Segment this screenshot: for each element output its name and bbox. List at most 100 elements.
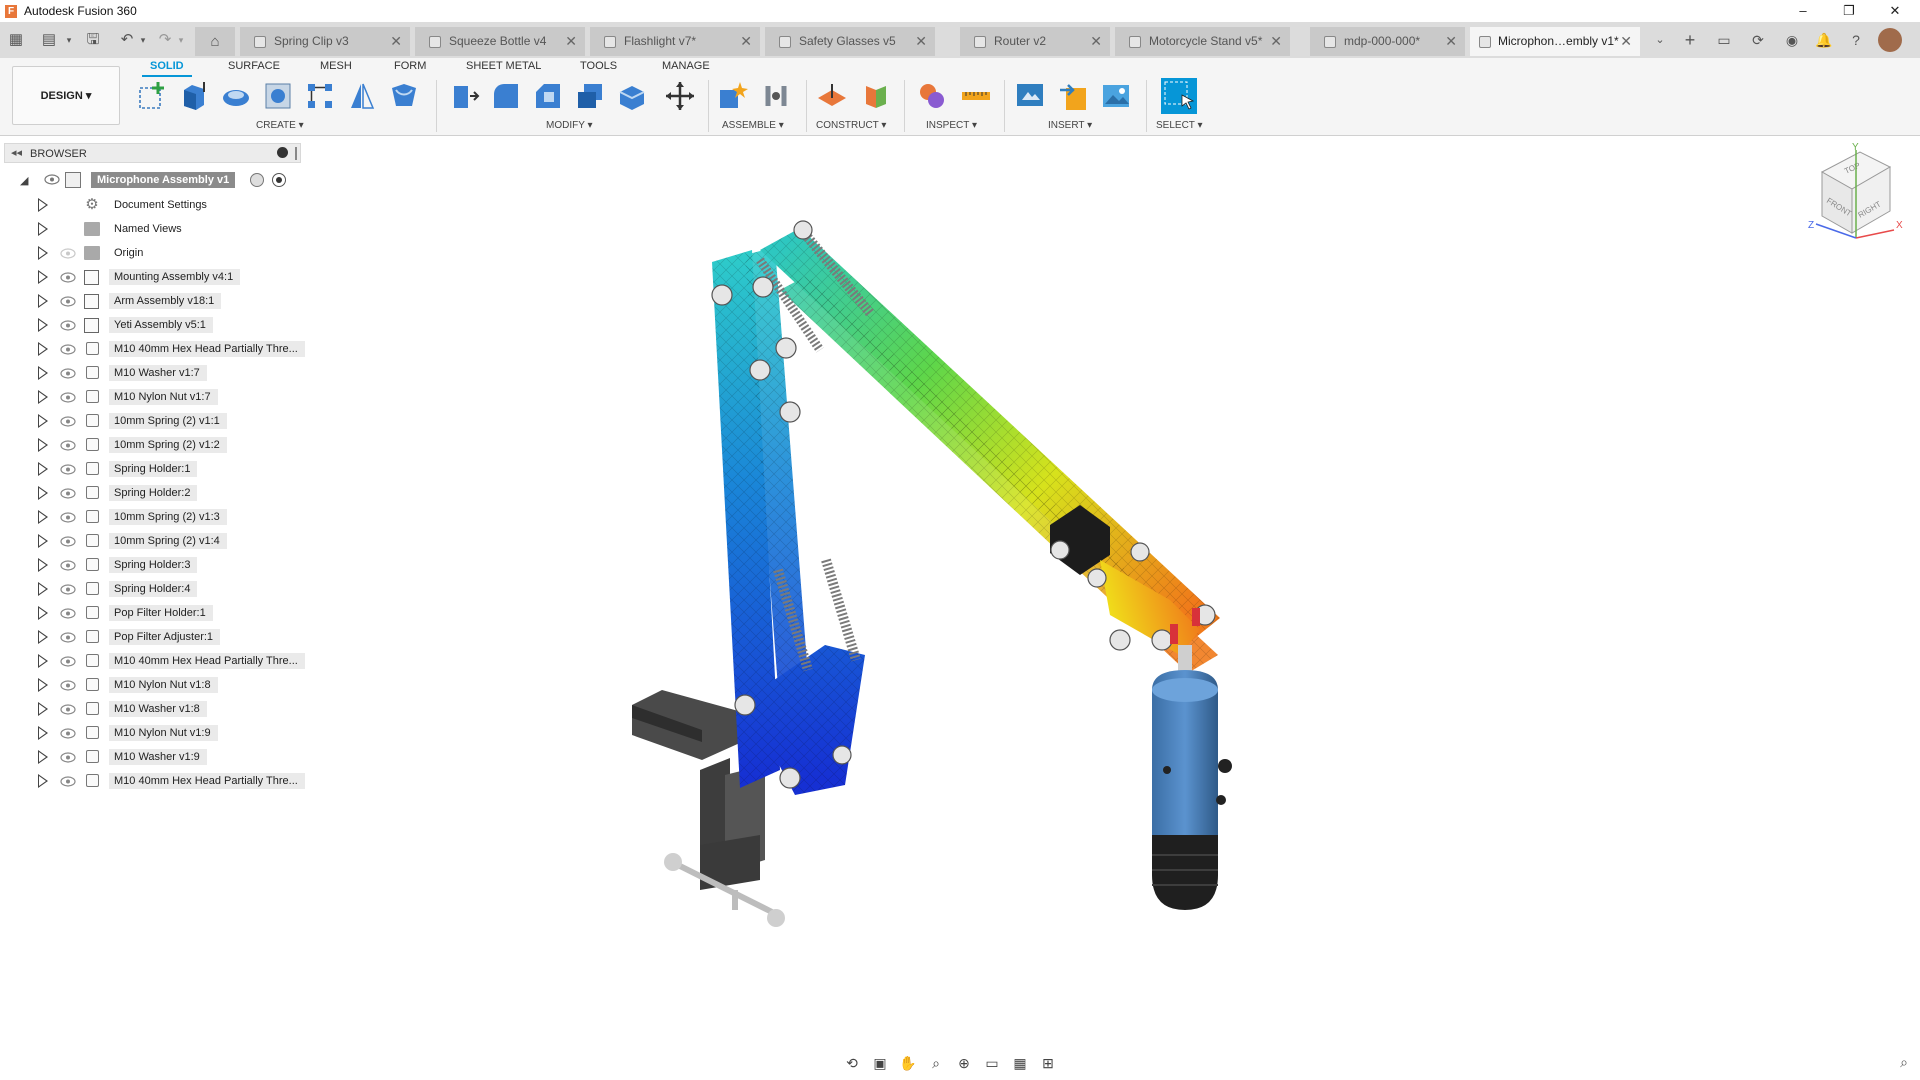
view-cube[interactable]: TOP FRONT RIGHT Y X Z xyxy=(1808,142,1903,239)
expand-triangle-icon[interactable] xyxy=(38,774,48,788)
notifications-bell-icon[interactable]: 🔔 xyxy=(1814,30,1834,50)
select-menu[interactable]: SELECT ▾ xyxy=(1156,120,1203,131)
visibility-eye-icon[interactable] xyxy=(60,608,76,619)
browser-item[interactable]: Spring Holder:1 xyxy=(36,459,306,479)
browser-item[interactable]: M10 40mm Hex Head Partially Thre... xyxy=(36,339,306,359)
tab-sheet-metal[interactable]: SHEET METAL xyxy=(466,58,541,74)
visibility-eye-icon[interactable] xyxy=(60,704,76,715)
expand-triangle-icon[interactable] xyxy=(38,630,48,644)
expand-triangle-icon[interactable] xyxy=(38,198,48,212)
tab-squeeze-bottle[interactable]: Squeeze Bottle v4 ✕ xyxy=(415,27,585,56)
browser-item[interactable]: 10mm Spring (2) v1:1 xyxy=(36,411,306,431)
expand-triangle-icon[interactable] xyxy=(38,654,48,668)
workspace-switcher[interactable]: DESIGN ▾ xyxy=(12,66,120,125)
mirror-icon[interactable] xyxy=(346,80,378,112)
expand-triangle-icon[interactable] xyxy=(38,510,48,524)
browser-item[interactable]: ⚙ Document Settings xyxy=(36,195,306,215)
close-tab-icon[interactable]: ✕ xyxy=(740,27,752,56)
browser-item[interactable]: M10 Washer v1:8 xyxy=(36,699,306,719)
expand-triangle-icon[interactable] xyxy=(38,678,48,692)
hole-icon[interactable] xyxy=(262,80,294,112)
zoom-window-icon[interactable]: ⊕ xyxy=(952,1052,976,1074)
measure-icon[interactable] xyxy=(960,80,992,112)
help-icon[interactable]: ? xyxy=(1846,30,1866,50)
viewports-icon[interactable]: ⊞ xyxy=(1036,1052,1060,1074)
visibility-eye-icon[interactable] xyxy=(60,776,76,787)
browser-item[interactable]: M10 40mm Hex Head Partially Thre... xyxy=(36,771,306,791)
browser-panel-header[interactable]: ◂◂ BROWSER xyxy=(4,143,301,163)
expand-triangle-icon[interactable] xyxy=(38,726,48,740)
expand-triangle-icon[interactable] xyxy=(38,294,48,308)
file-dropdown-icon[interactable]: ▾ xyxy=(58,29,80,51)
create-sketch-icon[interactable] xyxy=(136,80,168,112)
expand-triangle-icon[interactable] xyxy=(38,366,48,380)
create-menu[interactable]: CREATE ▾ xyxy=(256,120,304,131)
new-component-icon[interactable] xyxy=(716,80,748,112)
browser-item[interactable]: 10mm Spring (2) v1:2 xyxy=(36,435,306,455)
tab-flashlight[interactable]: Flashlight v7* ✕ xyxy=(590,27,760,56)
browser-item[interactable]: M10 40mm Hex Head Partially Thre... xyxy=(36,651,306,671)
visibility-eye-icon[interactable] xyxy=(60,368,76,379)
visibility-eye-icon[interactable] xyxy=(60,296,76,307)
zoom-to-fit-icon[interactable]: ⌕ xyxy=(1900,1054,1908,1071)
expand-triangle-icon[interactable] xyxy=(38,750,48,764)
home-tab[interactable]: ⌂ xyxy=(195,27,235,56)
visibility-eye-icon[interactable] xyxy=(60,488,76,499)
close-tab-icon[interactable]: ✕ xyxy=(1445,27,1457,56)
browser-item[interactable]: Spring Holder:2 xyxy=(36,483,306,503)
browser-item[interactable]: Arm Assembly v18:1 xyxy=(36,291,306,311)
tab-router[interactable]: Router v2 ✕ xyxy=(960,27,1110,56)
visibility-eye-icon[interactable] xyxy=(60,752,76,763)
tab-mesh[interactable]: MESH xyxy=(320,58,352,74)
offset-plane-icon[interactable] xyxy=(816,80,848,112)
expand-triangle-icon[interactable] xyxy=(38,534,48,548)
redo-dropdown-icon[interactable]: ▾ xyxy=(170,29,192,51)
select-tool-icon[interactable] xyxy=(1160,77,1198,115)
visibility-eye-icon[interactable] xyxy=(60,440,76,451)
browser-item[interactable]: M10 Washer v1:9 xyxy=(36,747,306,767)
expand-triangle-icon[interactable] xyxy=(38,246,48,260)
construct-menu[interactable]: CONSTRUCT ▾ xyxy=(816,120,886,131)
insert-image-icon[interactable] xyxy=(1100,80,1132,112)
tab-manage[interactable]: MANAGE xyxy=(662,58,710,74)
browser-item[interactable]: 10mm Spring (2) v1:4 xyxy=(36,531,306,551)
browser-item[interactable]: M10 Washer v1:7 xyxy=(36,363,306,383)
expand-triangle-icon[interactable] xyxy=(38,414,48,428)
zoom-icon[interactable]: ⌕ xyxy=(924,1052,948,1074)
browser-item[interactable]: Mounting Assembly v4:1 xyxy=(36,267,306,287)
look-at-icon[interactable]: ▣ xyxy=(868,1052,892,1074)
browser-item[interactable]: Yeti Assembly v5:1 xyxy=(36,315,306,335)
browser-item[interactable]: M10 Nylon Nut v1:7 xyxy=(36,387,306,407)
expand-triangle-icon[interactable] xyxy=(38,438,48,452)
job-status-icon[interactable]: ▭ xyxy=(1714,30,1734,50)
expand-triangle-icon[interactable] xyxy=(38,222,48,236)
close-tab-icon[interactable]: ✕ xyxy=(390,27,402,56)
insert-svg-icon[interactable] xyxy=(1058,80,1090,112)
visibility-eye-icon[interactable] xyxy=(60,416,76,427)
visibility-eye-icon[interactable] xyxy=(60,728,76,739)
browser-item[interactable]: Named Views xyxy=(36,219,306,239)
appearance-icon[interactable] xyxy=(916,80,948,112)
insert-menu[interactable]: INSERT ▾ xyxy=(1048,120,1092,131)
expand-triangle-icon[interactable] xyxy=(38,342,48,356)
browser-item[interactable]: Pop Filter Adjuster:1 xyxy=(36,627,306,647)
display-settings-icon[interactable]: ▭ xyxy=(980,1052,1004,1074)
visibility-eye-icon[interactable] xyxy=(44,174,60,185)
tab-microphone-assembly[interactable]: Microphon…embly v1* ✕ xyxy=(1470,27,1640,56)
shell-icon[interactable] xyxy=(574,80,606,112)
assemble-menu[interactable]: ASSEMBLE ▾ xyxy=(722,120,784,131)
expand-triangle-icon[interactable] xyxy=(38,486,48,500)
visibility-eye-icon[interactable] xyxy=(60,656,76,667)
visibility-eye-icon[interactable] xyxy=(60,560,76,571)
browser-root-node[interactable]: ◢ Microphone Assembly v1 xyxy=(18,170,308,190)
browser-item[interactable]: Spring Holder:3 xyxy=(36,555,306,575)
upper-arm[interactable] xyxy=(756,224,1220,673)
tab-mdp[interactable]: mdp-000-000* ✕ xyxy=(1310,27,1465,56)
tab-overflow-icon[interactable]: ⌄ xyxy=(1650,30,1670,50)
modify-menu[interactable]: MODIFY ▾ xyxy=(546,120,593,131)
app-grid-icon[interactable]: ▦ xyxy=(5,29,27,51)
browser-item[interactable]: 10mm Spring (2) v1:3 xyxy=(36,507,306,527)
minimize-button[interactable]: – xyxy=(1780,0,1826,22)
active-radio-icon[interactable] xyxy=(272,173,286,187)
browser-item[interactable]: M10 Nylon Nut v1:9 xyxy=(36,723,306,743)
